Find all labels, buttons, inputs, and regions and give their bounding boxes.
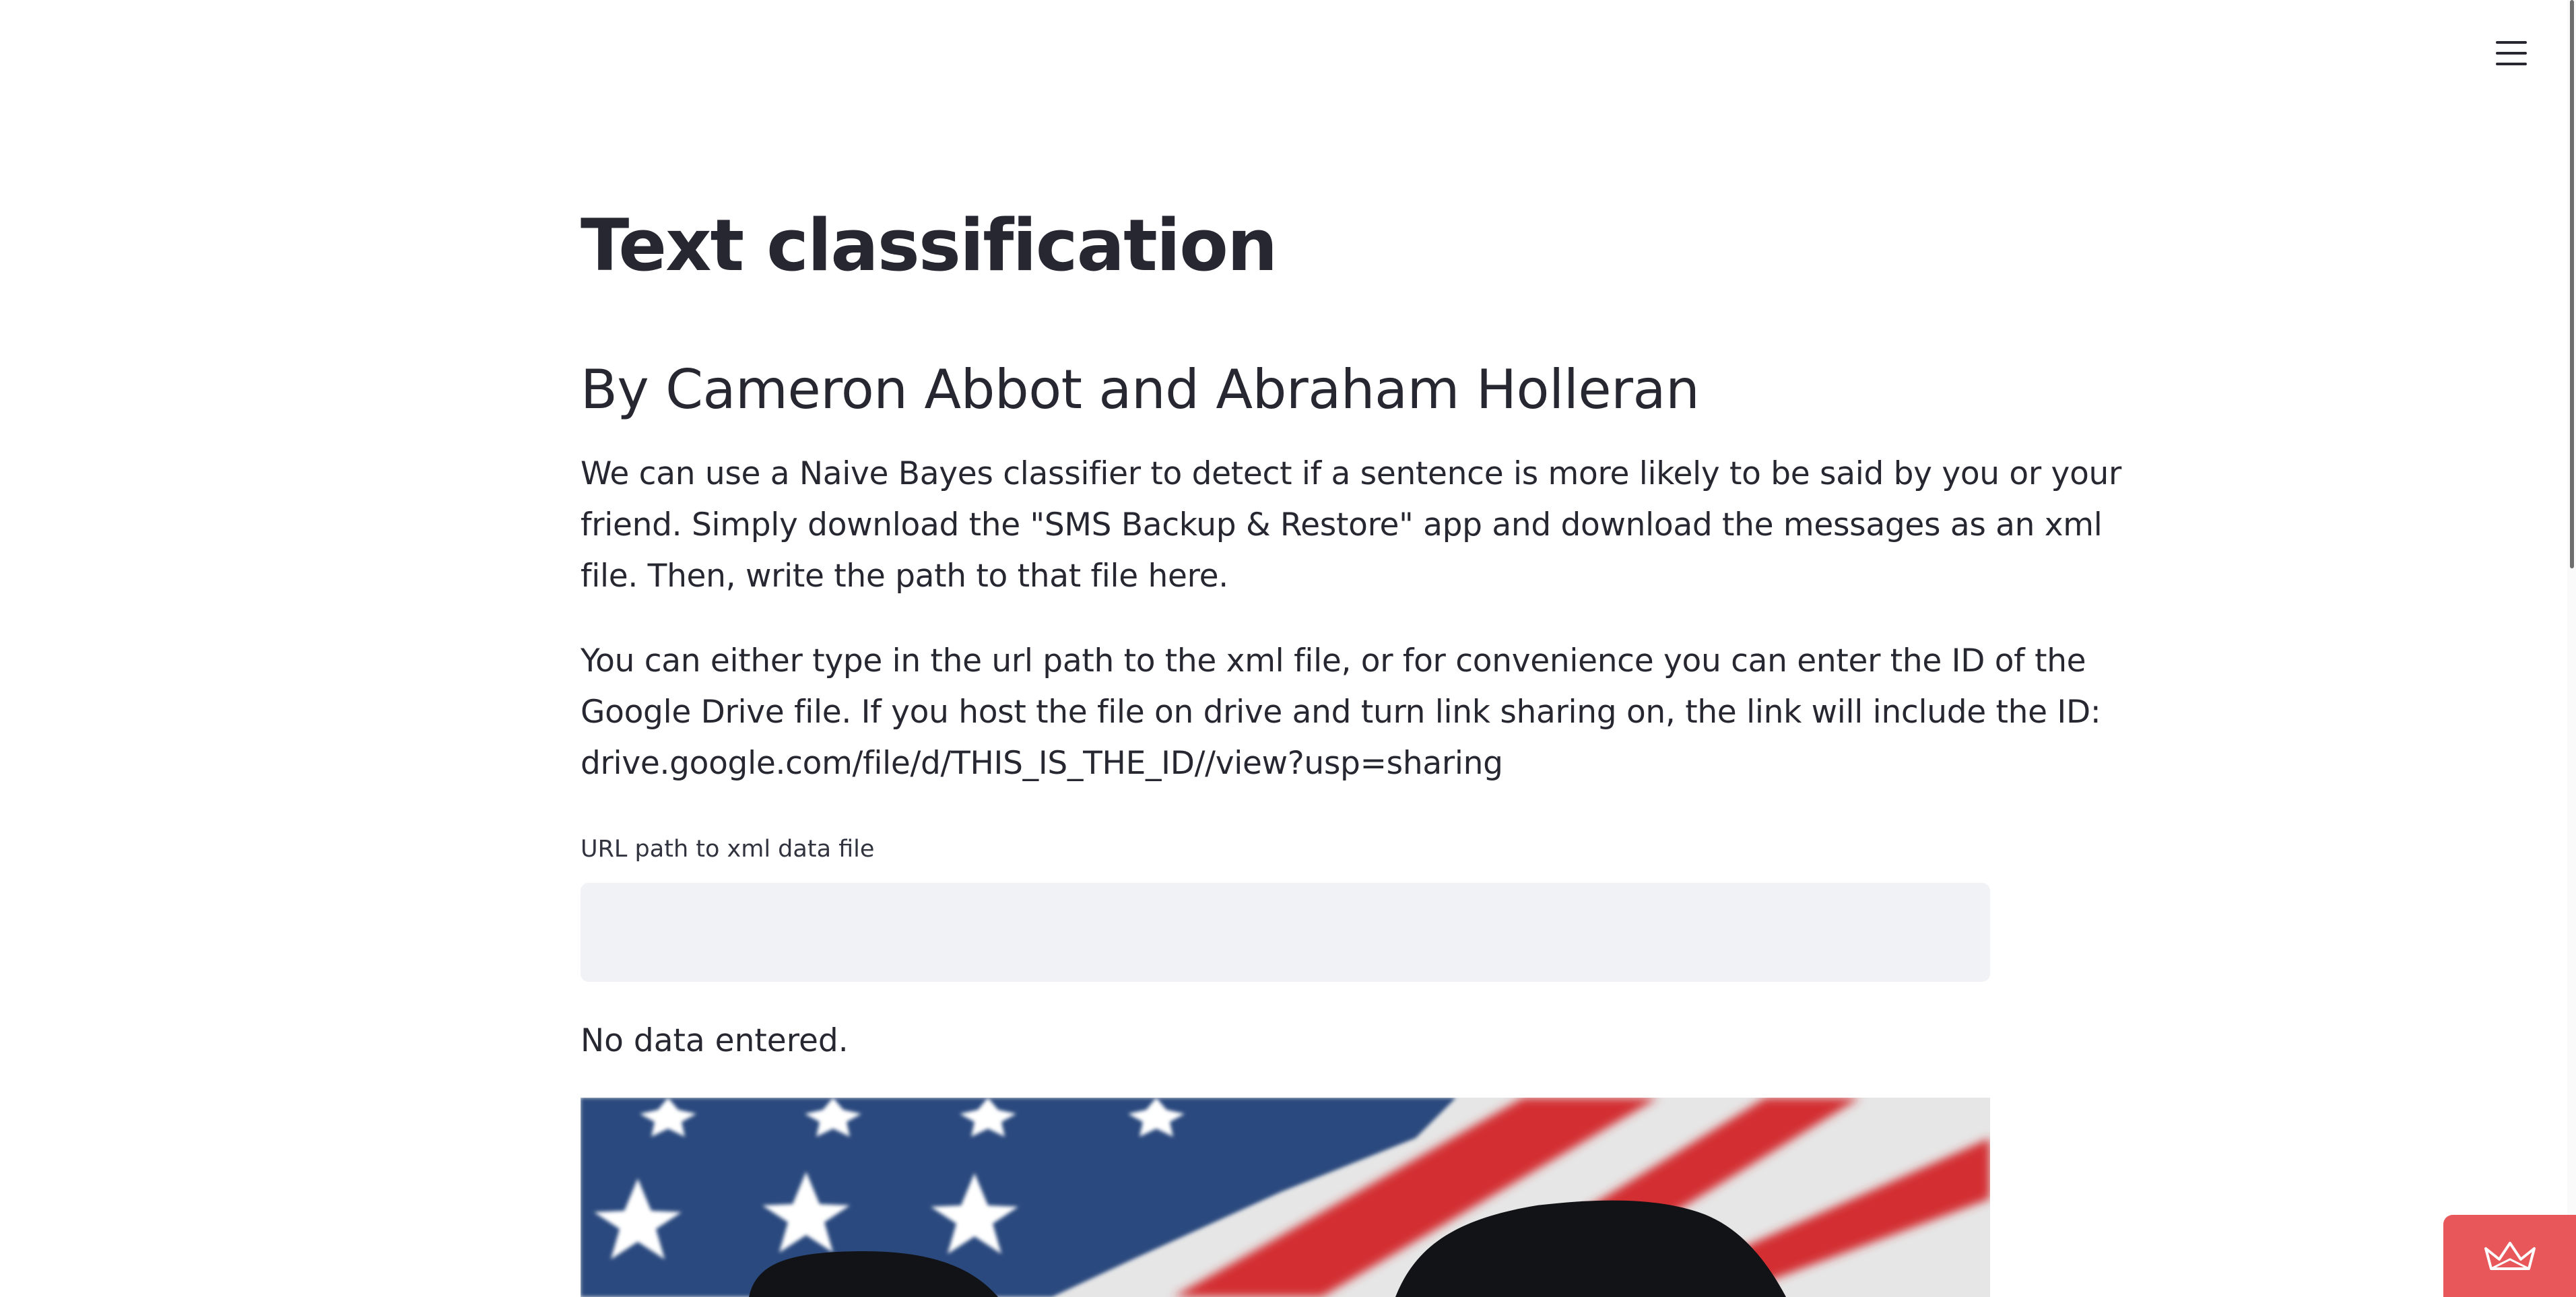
hamburger-menu-icon[interactable] — [2492, 34, 2531, 73]
instructions-paragraph: You can either type in the url path to t… — [581, 636, 2101, 789]
intro-line: We can use a Naive Bayes classifier to d… — [581, 455, 2122, 492]
american-flag-image — [581, 1098, 1990, 1297]
url-path-input[interactable] — [581, 883, 1990, 982]
instructions-line: drive.google.com/file/d/THIS_IS_THE_ID//… — [581, 745, 1503, 782]
page-title: Text classification — [581, 204, 1278, 287]
intro-paragraph: We can use a Naive Bayes classifier to d… — [581, 448, 2122, 602]
status-message: No data entered. — [581, 1022, 849, 1059]
scrollbar-thumb[interactable] — [2570, 0, 2574, 568]
url-field-label: URL path to xml data file — [581, 836, 875, 863]
instructions-line: You can either type in the url path to t… — [581, 642, 2086, 679]
intro-line: friend. Simply download the "SMS Backup … — [581, 506, 2103, 543]
crown-icon[interactable] — [2443, 1215, 2576, 1297]
page-subtitle: By Cameron Abbot and Abraham Holleran — [581, 358, 1700, 421]
intro-line: file. Then, write the path to that file … — [581, 558, 1228, 595]
instructions-line: Google Drive file. If you host the file … — [581, 694, 2101, 731]
